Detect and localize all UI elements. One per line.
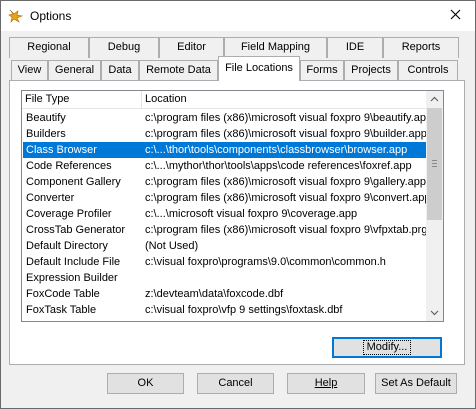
location-cell: c:\program files (x86)\microsoft visual … [145, 128, 426, 140]
list-item[interactable]: Default Include File c:\visual foxpro\pro… [23, 254, 426, 270]
file-type-cell: HTML Generator [26, 318, 143, 321]
tab-data[interactable]: Data [101, 60, 139, 81]
tab-label: Projects [351, 64, 391, 76]
grip-line [432, 166, 437, 167]
tab-ide[interactable]: IDE [327, 37, 383, 58]
window-title: Options [30, 9, 72, 23]
file-locations-panel: File Type Location Beautify c:\program fi… [9, 80, 465, 365]
list-item[interactable]: Code References c:\...\mythor\thor\tools\… [23, 158, 426, 174]
list-header: File Type Location [22, 91, 426, 109]
location-cell: c:\...\thor\tools\components\classbrowse… [145, 144, 408, 156]
grip-line [432, 160, 437, 161]
file-type-cell: Expression Builder [26, 272, 118, 284]
cancel-button[interactable]: Cancel [197, 373, 274, 394]
tab-label: View [17, 64, 42, 76]
column-header-file-type[interactable]: File Type [22, 91, 142, 108]
tab-regional[interactable]: Regional [9, 37, 89, 58]
file-type-cell: Class Browser [26, 144, 97, 156]
tab-remote-data[interactable]: Remote Data [139, 60, 218, 81]
help-label: Help [314, 377, 338, 389]
list-item[interactable]: HTML Generatorc:\program files (x86)\mic… [23, 318, 426, 321]
list-item[interactable]: Class Browser c:\...\thor\tools\component… [23, 142, 426, 158]
tab-label: Regional [27, 41, 71, 53]
file-type-cell: Default Include File [26, 256, 121, 268]
cancel-label: Cancel [218, 377, 253, 389]
location-cell: c:\...\microsoft visual foxpro 9\coverag… [145, 208, 358, 220]
tab-debug[interactable]: Debug [89, 37, 159, 58]
tab-field-mapping[interactable]: Field Mapping [224, 37, 327, 58]
location-cell: c:\visual foxpro\vfp 9 settings\foxtask.… [145, 304, 343, 316]
tab-label: General [54, 64, 95, 76]
ok-button[interactable]: OK [107, 373, 184, 394]
location-cell: c:\program files (x86)\microsoft visual … [145, 112, 426, 124]
tab-label: Reports [401, 41, 441, 53]
location-cell: z:\devteam\data\foxcode.dbf [145, 288, 284, 300]
file-type-cell: Converter [26, 192, 75, 204]
tab-file-locations[interactable]: File Locations [218, 56, 300, 81]
list-item[interactable]: FoxTask Table c:\visual foxpro\vfp 9 sett… [23, 302, 426, 318]
set-as-default-button[interactable]: Set As Default [375, 373, 457, 394]
location-cell: (Not Used) [145, 240, 199, 252]
file-type-cell: Component Gallery [26, 176, 121, 188]
help-button[interactable]: Help [287, 373, 365, 394]
scroll-up-arrow-icon[interactable] [426, 91, 443, 108]
tab-editor[interactable]: Editor [159, 37, 224, 58]
scroll-down-arrow-icon[interactable] [426, 304, 443, 321]
location-cell: c:\program files (x86)\microsoft visual … [145, 318, 426, 321]
column-header-location[interactable]: Location [142, 91, 426, 108]
fox-icon [8, 8, 24, 24]
list-item[interactable]: Expression Builder [23, 270, 426, 286]
location-cell: c:\program files (x86)\microsoft visual … [145, 192, 426, 204]
file-type-cell: Default Directory [26, 240, 108, 252]
close-button[interactable] [445, 5, 467, 25]
file-type-cell: Beautify [26, 112, 66, 124]
list-item[interactable]: Builders c:\program files (x86)\microsoft… [23, 126, 426, 142]
close-icon [450, 9, 461, 20]
tab-label: Controls [407, 64, 449, 76]
tab-label: IDE [345, 41, 365, 53]
modify-button[interactable]: Modify... [332, 337, 442, 358]
file-type-cell: FoxTask Table [26, 304, 97, 316]
tab-label: File Locations [225, 62, 293, 74]
grip-line [432, 163, 437, 164]
list-item[interactable]: Component Gallery c:\program files (x86)\… [23, 174, 426, 190]
file-type-cell: FoxCode Table [26, 288, 100, 300]
tab-controls[interactable]: Controls [398, 60, 458, 81]
scrollbar-thumb[interactable] [427, 108, 442, 220]
tab-forms[interactable]: Forms [300, 60, 344, 81]
tab-label: Field Mapping [240, 41, 311, 53]
file-type-cell: Coverage Profiler [26, 208, 112, 220]
vertical-scrollbar[interactable] [426, 91, 443, 321]
file-type-cell: Code References [26, 160, 112, 172]
location-cell: c:\...\mythor\thor\tools\apps\code refer… [145, 160, 412, 172]
tab-label: Data [108, 64, 132, 76]
list-item[interactable]: Default Directory (Not Used) [23, 238, 426, 254]
set-as-default-label: Set As Default [381, 377, 451, 389]
location-cell: c:\program files (x86)\microsoft visual … [145, 176, 426, 188]
title-bar[interactable]: Options [1, 1, 475, 31]
location-cell: c:\program files (x86)\microsoft visual … [145, 224, 426, 236]
tab-general[interactable]: General [48, 60, 101, 81]
list-item[interactable]: Beautify c:\program files (x86)\microsoft… [23, 110, 426, 126]
tab-reports[interactable]: Reports [383, 37, 459, 58]
options-dialog: Options Regional Debug Editor Field Mapp… [0, 0, 476, 409]
tab-projects[interactable]: Projects [344, 60, 398, 81]
ok-label: OK [137, 377, 154, 389]
list-item[interactable]: FoxCode Table z:\devteam\data\foxcode.dbf [23, 286, 426, 302]
location-cell: c:\visual foxpro\programs\9.0\common\com… [145, 256, 386, 268]
list-item[interactable]: CrossTab Generator c:\program files (x86)… [23, 222, 426, 238]
tab-label: Editor [177, 41, 206, 53]
file-type-cell: Builders [26, 128, 66, 140]
list-item[interactable]: Converter c:\program files (x86)\microsof… [23, 190, 426, 206]
file-locations-list[interactable]: File Type Location Beautify c:\program fi… [21, 90, 444, 322]
tab-view[interactable]: View [11, 60, 48, 81]
file-type-cell: CrossTab Generator [26, 224, 126, 236]
modify-label: Modify... [362, 340, 412, 355]
tab-label: Debug [107, 41, 141, 53]
list-item[interactable]: Coverage Profiler c:\...\microsoft visual… [23, 206, 426, 222]
tab-label: Remote Data [146, 64, 211, 76]
tab-label: Forms [306, 64, 338, 76]
